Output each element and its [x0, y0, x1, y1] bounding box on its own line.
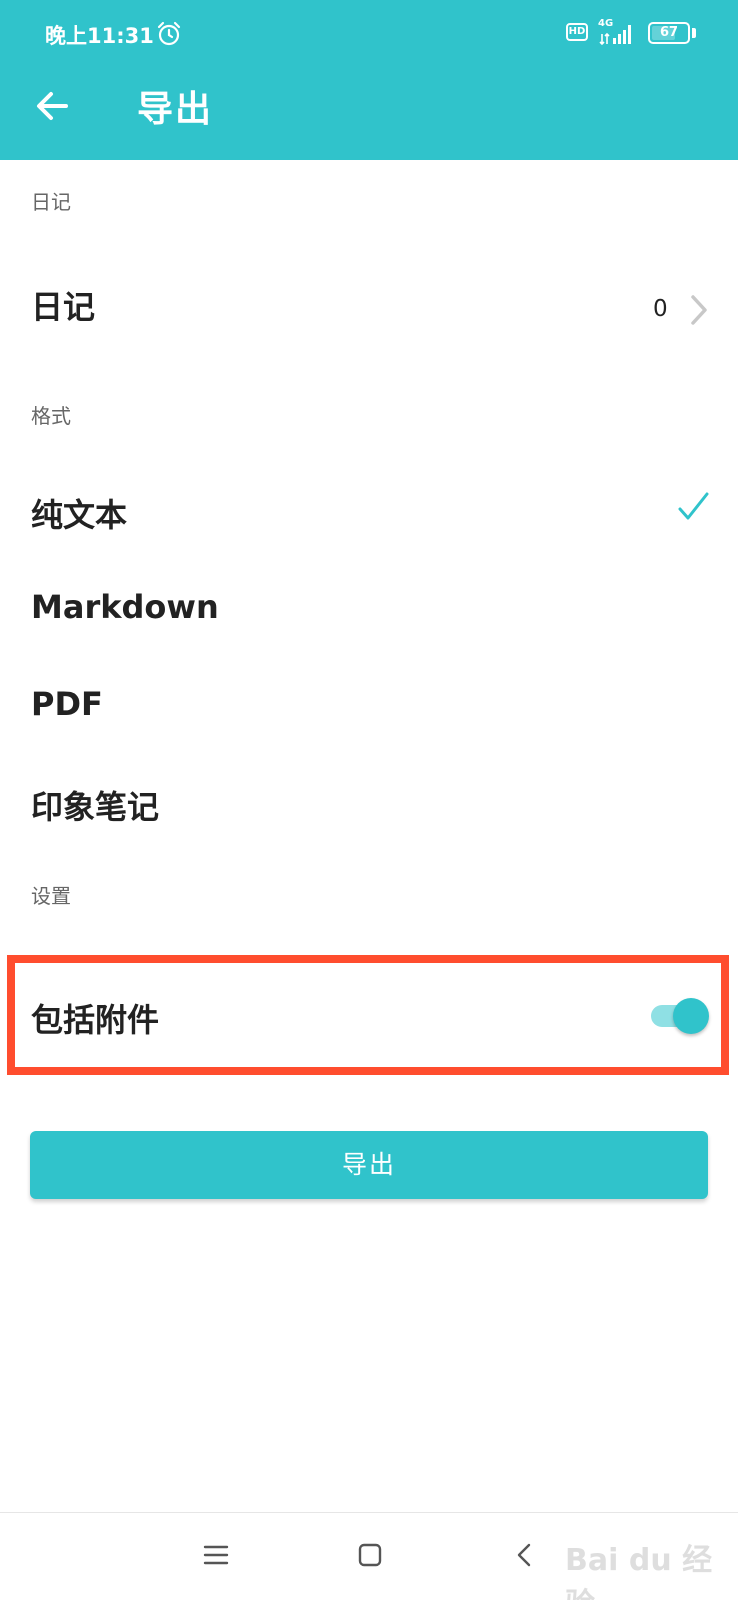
battery-percent: 67	[659, 25, 679, 40]
format-option-evernote[interactable]: 印象笔记	[0, 762, 738, 842]
battery-icon: 67	[648, 22, 690, 44]
check-icon	[678, 492, 709, 520]
toggle-thumb	[673, 998, 709, 1034]
app-bar: 晚上11:31 HD 4G 67 导出	[0, 0, 738, 160]
chevron-right-icon	[691, 295, 707, 325]
status-bar: 晚上11:31 HD 4G 67	[0, 0, 738, 70]
system-nav-bar: Bai du 经验	[0, 1512, 738, 1600]
page-title: 导出	[137, 89, 214, 130]
include-attachments-row[interactable]: 包括附件	[0, 975, 738, 1055]
section-header-diary: 日记	[31, 190, 71, 214]
watermark-text: Bai du 经验	[565, 1543, 713, 1600]
diary-row-label: 日记	[31, 288, 96, 326]
menu-icon[interactable]	[196, 1535, 236, 1575]
section-header-settings: 设置	[31, 884, 71, 908]
format-option-label: Markdown	[31, 588, 219, 626]
format-option-label: 纯文本	[31, 496, 128, 534]
format-option-label: 印象笔记	[31, 788, 160, 826]
include-attachments-toggle[interactable]	[651, 995, 711, 1035]
format-option-pdf[interactable]: PDF	[0, 665, 738, 745]
diary-count: 0	[653, 296, 668, 322]
status-time: 晚上11:31	[45, 24, 154, 48]
back-icon[interactable]	[505, 1535, 545, 1575]
include-attachments-label: 包括附件	[31, 1001, 160, 1039]
alarm-icon	[157, 21, 181, 46]
format-option-plain-text[interactable]: 纯文本	[0, 470, 738, 550]
baidu-watermark-logo: Bai du 经验	[565, 1535, 715, 1600]
battery-nub	[692, 28, 696, 38]
home-square-icon[interactable]	[350, 1535, 390, 1575]
hd-icon: HD	[566, 23, 588, 41]
format-option-markdown[interactable]: Markdown	[0, 568, 738, 648]
back-arrow-icon[interactable]	[32, 86, 72, 126]
format-option-label: PDF	[31, 685, 103, 723]
section-header-format: 格式	[31, 404, 71, 428]
diary-select-row[interactable]: 日记	[0, 262, 738, 348]
signal-icon: 4G	[598, 18, 640, 46]
export-button[interactable]: 导出	[30, 1131, 708, 1199]
